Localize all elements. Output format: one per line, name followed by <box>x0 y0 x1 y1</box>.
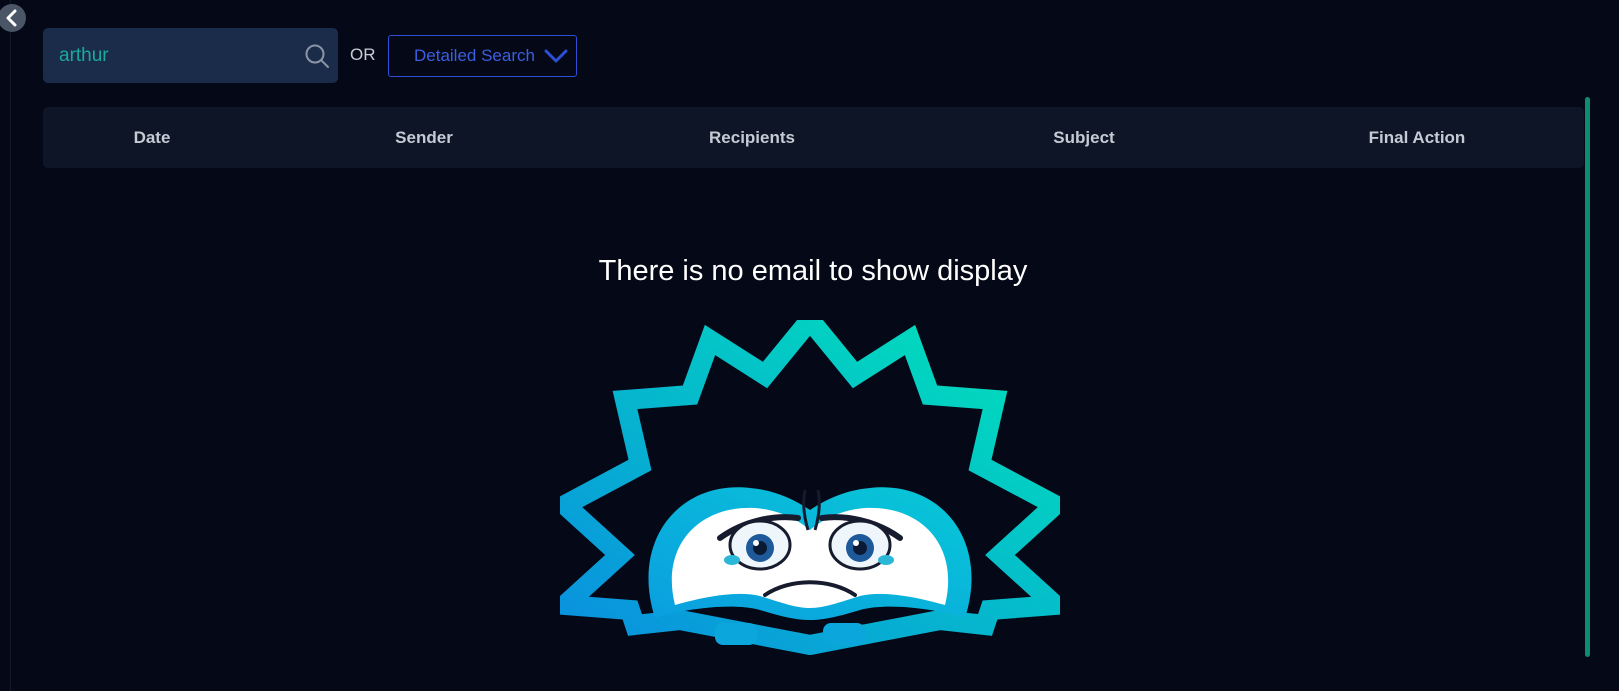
chevron-left-icon <box>6 9 17 27</box>
sad-face-illustration <box>560 320 1060 655</box>
table-header: Date Sender Recipients Subject Final Act… <box>43 107 1584 168</box>
search-box <box>43 28 338 83</box>
left-eye-shine <box>753 540 759 546</box>
right-eye-shine <box>853 540 859 546</box>
right-tear <box>878 555 894 565</box>
empty-state-message: There is no email to show display <box>598 255 1028 287</box>
column-header-date[interactable]: Date <box>134 107 171 168</box>
detailed-search-dropdown[interactable]: Detailed Search <box>388 35 577 77</box>
detailed-search-label: Detailed Search <box>414 46 535 65</box>
vertical-scrollbar[interactable] <box>1585 97 1590 657</box>
chevron-down-icon <box>544 49 568 63</box>
column-header-subject[interactable]: Subject <box>1053 107 1114 168</box>
column-header-final-action[interactable]: Final Action <box>1369 107 1466 168</box>
or-label: OR <box>350 45 376 64</box>
left-foot <box>715 623 757 645</box>
email-search-page: OR Detailed Search Date Sender Recipient… <box>0 0 1619 691</box>
left-tear <box>724 555 740 565</box>
column-header-sender[interactable]: Sender <box>395 107 453 168</box>
search-input[interactable] <box>59 44 304 67</box>
back-button[interactable] <box>0 4 26 32</box>
column-header-recipients[interactable]: Recipients <box>709 107 795 168</box>
left-rail-divider <box>10 0 11 691</box>
search-icon[interactable] <box>304 43 330 69</box>
right-foot <box>823 623 865 645</box>
